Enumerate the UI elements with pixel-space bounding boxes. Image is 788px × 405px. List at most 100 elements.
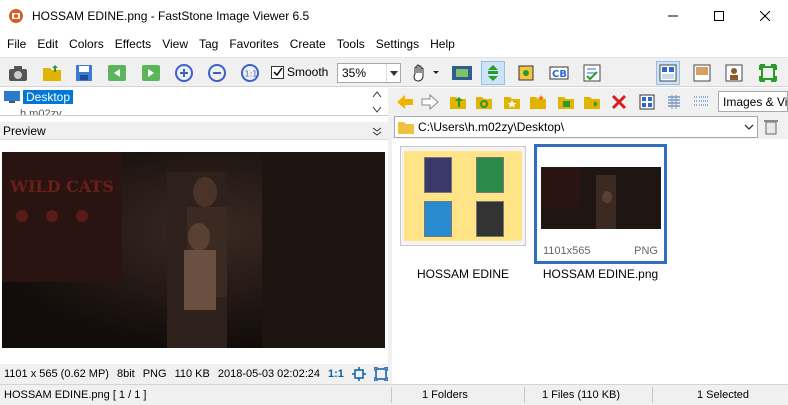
camera-icon (9, 66, 27, 81)
folder-name[interactable]: HOSSAM EDINE (400, 267, 526, 281)
status-file: HOSSAM EDINE.png [ 1 / 1 ] (4, 389, 147, 401)
smooth-toggle[interactable]: Smooth (271, 65, 328, 79)
status-divider (524, 387, 525, 403)
toolbar: 1:1 Smooth 35% CB (0, 57, 788, 87)
menu-help[interactable]: Help (426, 37, 459, 51)
zoom-value: 35% (342, 66, 367, 80)
preview-photo: WILD CATS (2, 152, 385, 348)
slideshow-button[interactable] (449, 61, 475, 85)
maximize-button[interactable] (696, 0, 742, 32)
new-folder-icon (530, 95, 546, 109)
details-view-icon (694, 96, 708, 106)
preview-header[interactable]: Preview (0, 122, 388, 140)
fullscreen-button[interactable] (756, 61, 780, 85)
tree-item-desktop[interactable]: Desktop (4, 90, 74, 104)
trash-icon[interactable] (762, 117, 780, 135)
arrow-left-icon (108, 65, 126, 81)
copy-folder-icon (558, 97, 574, 109)
folder-tree[interactable]: Desktop h.m02zy (0, 88, 388, 116)
menu-edit[interactable]: Edit (33, 37, 62, 51)
layout-1-button[interactable] (656, 61, 680, 85)
hand-icon (413, 64, 439, 82)
view-details-button[interactable] (691, 92, 711, 112)
image-info-bar: 1101 x 565 (0.62 MP) 8bit PNG 110 KB 201… (0, 364, 388, 384)
arrow-forward-icon (421, 94, 439, 110)
copy-to-button[interactable] (556, 92, 576, 112)
delete-button[interactable] (609, 92, 629, 112)
thumbnail-area: HOSSAM EDINE 1101x565 PNG HOSSAM EDINE.p… (392, 140, 788, 384)
actual-size-button[interactable]: 1:1 (238, 61, 262, 85)
file-type-filter[interactable]: Images & Video (718, 91, 788, 112)
menu-tools[interactable]: Tools (333, 37, 369, 51)
path-input[interactable]: C:\Users\h.m02zy\Desktop\ (394, 116, 758, 138)
menu-colors[interactable]: Colors (65, 37, 108, 51)
color-balance-button[interactable]: CB (547, 61, 571, 85)
software-box-icon (476, 157, 504, 193)
chevron-down-icon[interactable] (741, 124, 757, 130)
menu-tag[interactable]: Tag (195, 37, 222, 51)
close-button[interactable] (742, 0, 788, 32)
status-folders: 1 Folders (422, 389, 468, 401)
view-list-button[interactable] (664, 92, 684, 112)
sort-button[interactable] (481, 61, 505, 85)
fit-window-icon[interactable] (351, 367, 366, 381)
new-folder-button[interactable] (528, 92, 548, 112)
menu-file[interactable]: File (3, 37, 30, 51)
layout-3-button[interactable] (722, 61, 746, 85)
zoom-out-button[interactable] (205, 61, 229, 85)
thumbnail-view-icon (639, 94, 655, 110)
move-to-button[interactable] (582, 92, 602, 112)
menu-favorites[interactable]: Favorites (225, 37, 282, 51)
save-icon (76, 65, 92, 81)
image-thumbnail-selected[interactable]: 1101x565 PNG (534, 144, 667, 264)
fullscreen-preview-icon[interactable] (373, 367, 388, 381)
back-button[interactable] (395, 92, 415, 112)
menu-effects[interactable]: Effects (111, 37, 155, 51)
refresh-button[interactable] (474, 92, 494, 112)
move-folder-icon (584, 97, 600, 109)
folder-up-icon (450, 97, 466, 109)
left-pane: Desktop h.m02zy Preview WILD CATS 1101 x… (0, 88, 388, 384)
minimize-button[interactable] (650, 0, 696, 32)
checkmark-icon (272, 67, 283, 77)
forward-button[interactable] (420, 92, 440, 112)
favorites-button[interactable] (502, 92, 522, 112)
next-button[interactable] (139, 61, 163, 85)
path-bar: C:\Users\h.m02zy\Desktop\ (392, 115, 788, 139)
menu-create[interactable]: Create (286, 37, 330, 51)
view-thumbnails-button[interactable] (637, 92, 657, 112)
app-icon (9, 9, 23, 23)
save-button[interactable] (72, 61, 96, 85)
layout-preview-icon (693, 64, 711, 82)
collapse-chevron-icon[interactable] (372, 126, 382, 136)
open-folder-icon (43, 65, 61, 81)
folder-thumbnail[interactable] (400, 146, 526, 246)
svg-text:1:1: 1:1 (245, 70, 258, 79)
smooth-checkbox[interactable] (271, 65, 284, 79)
tree-scroll-arrows-icon[interactable] (372, 90, 382, 114)
minimize-icon (668, 15, 678, 17)
zoom-in-button[interactable] (172, 61, 196, 85)
desktop-icon (4, 91, 20, 103)
checklist-icon (583, 64, 601, 82)
pan-tool-button[interactable] (410, 61, 440, 85)
chevron-down-icon[interactable] (386, 64, 400, 82)
menu-settings[interactable]: Settings (372, 37, 423, 51)
actual-size-link[interactable]: 1:1 (328, 368, 344, 380)
open-button[interactable] (40, 61, 64, 85)
menu-view[interactable]: View (158, 37, 192, 51)
layout-2-button[interactable] (690, 61, 714, 85)
image-file-name[interactable]: HOSSAM EDINE.png (534, 267, 667, 281)
crop-icon (518, 65, 534, 81)
crop-button[interactable] (514, 61, 538, 85)
tree-item-partial[interactable]: h.m02zy (20, 108, 62, 115)
preview-image[interactable]: WILD CATS (2, 152, 385, 348)
thumbnail-format: PNG (634, 245, 658, 257)
window-title: HOSSAM EDINE.png - FastStone Image Viewe… (32, 9, 310, 23)
path-text: C:\Users\h.m02zy\Desktop\ (418, 120, 565, 134)
zoom-select[interactable]: 35% (337, 63, 401, 83)
acquire-button[interactable] (6, 61, 30, 85)
batch-button[interactable] (580, 61, 604, 85)
previous-button[interactable] (105, 61, 129, 85)
up-folder-button[interactable] (448, 92, 468, 112)
